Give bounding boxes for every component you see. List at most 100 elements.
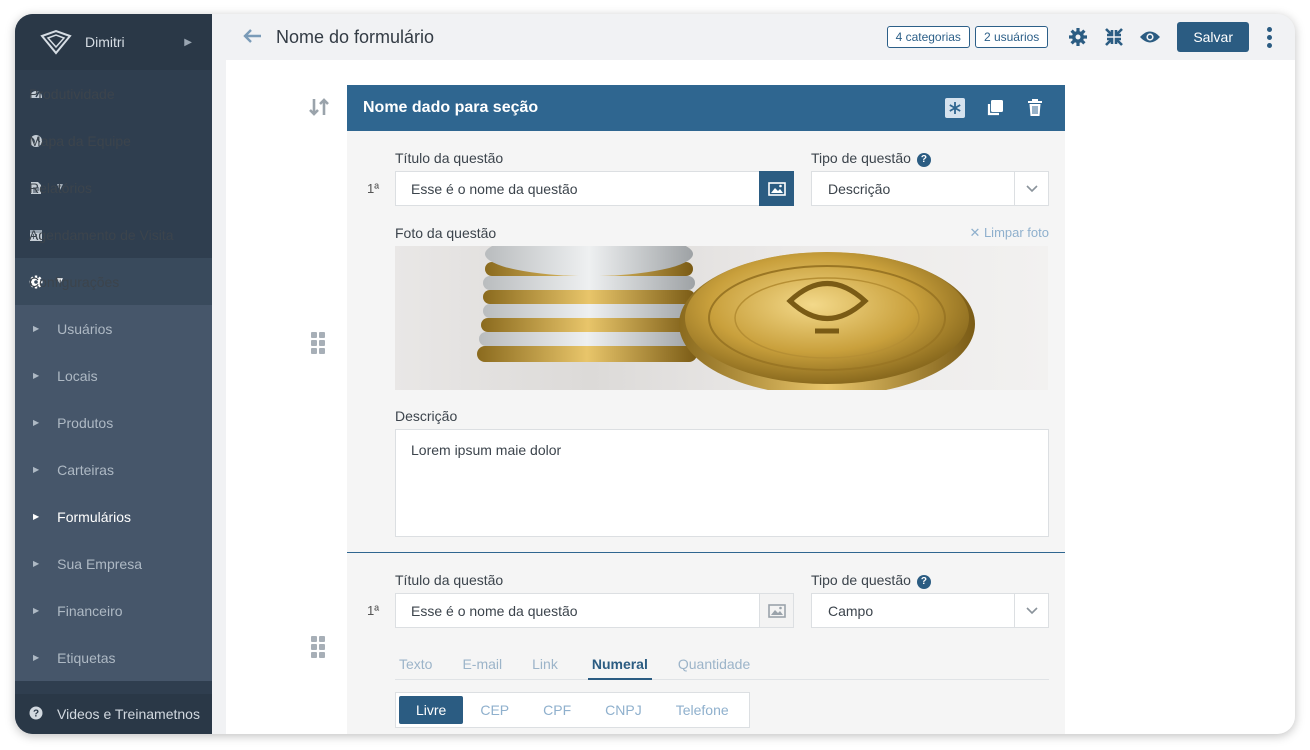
segment-telefone[interactable]: Telefone <box>659 696 746 724</box>
sidebar-item-produtividade[interactable]: Produtividade <box>15 70 212 117</box>
drag-handle-icon[interactable] <box>311 636 325 658</box>
sidebar-subitem-label: Usuários <box>57 320 113 337</box>
save-button[interactable]: Salvar <box>1177 22 1249 52</box>
section-title[interactable]: Nome dado para seção <box>363 99 945 117</box>
caret-right-icon: ▶ <box>33 653 40 662</box>
sidebar-subitem-produtos[interactable]: ▶ Produtos <box>15 399 212 446</box>
sidebar-subitem-formularios[interactable]: ▶ Formulários <box>15 493 212 540</box>
tab-email[interactable]: E-mail <box>458 656 506 680</box>
question-number: 1ª <box>367 181 380 196</box>
trash-icon[interactable] <box>1025 98 1045 118</box>
tab-quantidade[interactable]: Quantidade <box>674 656 754 680</box>
main-content: Nome dado para seção Título da questão T… <box>226 60 1295 734</box>
more-options-icon[interactable] <box>1267 26 1273 48</box>
compress-icon[interactable] <box>1103 26 1125 48</box>
question-number: 1ª <box>367 603 380 618</box>
caret-right-icon: ▶ <box>33 559 40 568</box>
page-title: Nome do formulário <box>276 26 435 47</box>
sidebar-item-agendamento[interactable]: Agendamento de Visita <box>15 211 212 258</box>
section-header: Nome dado para seção <box>347 85 1065 131</box>
sidebar-item-mapa[interactable]: Mapa da Equipe <box>15 117 212 164</box>
sidebar-subitem-label: Formulários <box>57 508 132 525</box>
gear-icon[interactable] <box>1067 26 1089 48</box>
sidebar-item-label: Videos e Treinametnos <box>57 706 200 722</box>
help-icon[interactable]: ? <box>916 152 931 167</box>
sidebar-subitem-label: Etiquetas <box>57 649 116 666</box>
chevron-right-icon: ▶ <box>184 36 192 48</box>
sidebar-subitem-label: Sua Empresa <box>57 555 142 572</box>
chevron-down-icon <box>1014 172 1048 205</box>
sidebar-item-videos[interactable]: ? Videos e Treinametnos <box>15 694 212 734</box>
sidebar-item-relatorios[interactable]: Relatórios ▼ <box>15 164 212 211</box>
sidebar-subitem-financeiro[interactable]: ▶ Financeiro <box>15 587 212 634</box>
sidebar-subitem-label: Carteiras <box>57 461 114 478</box>
numeral-format-segmented: Livre CEP CPF CNPJ Telefone <box>395 692 750 728</box>
sidebar-item-label: Mapa da Equipe <box>29 132 131 149</box>
question-type-value: Campo <box>828 602 874 619</box>
caret-right-icon: ▶ <box>33 512 40 521</box>
description-textarea[interactable]: Lorem ipsum maie dolor <box>395 429 1049 537</box>
drag-handle-icon[interactable] <box>311 332 325 354</box>
categories-badge[interactable]: 4 categorias <box>886 26 970 48</box>
caret-right-icon: ▶ <box>33 465 40 474</box>
question-title-label: Título da questão <box>395 572 504 588</box>
sidebar-item-label: Agendamento de Visita <box>29 226 174 243</box>
question-title-input[interactable]: Esse é o nome da questão <box>395 171 760 206</box>
top-bar: Nome do formulário 4 categorias 2 usuári… <box>226 14 1295 60</box>
app-window: Dimitri ▶ Produtividade Mapa da Equipe R… <box>15 14 1295 734</box>
question-type-label-text: Tipo de questão <box>811 572 911 588</box>
field-type-tabs: Texto E-mail Link Numeral Quantidade <box>395 656 1049 680</box>
question-type-select[interactable]: Descrição <box>811 171 1049 206</box>
sidebar-item-label: Produtividade <box>29 85 115 102</box>
eye-icon[interactable] <box>1139 26 1161 48</box>
tab-texto[interactable]: Texto <box>395 656 436 680</box>
question-type-select[interactable]: Campo <box>811 593 1049 628</box>
clear-photo-link[interactable]: ✕ Limpar foto <box>969 225 1049 241</box>
help-icon[interactable]: ? <box>916 574 931 589</box>
question-type-label-text: Tipo de questão <box>811 150 911 166</box>
help-circle-icon: ? <box>29 706 43 723</box>
sidebar-item-label: Configurações <box>29 273 120 290</box>
sidebar-subitem-locais[interactable]: ▶ Locais <box>15 352 212 399</box>
sidebar-subitem-usuarios[interactable]: ▶ Usuários <box>15 305 212 352</box>
sidebar-subitem-label: Locais <box>57 367 98 384</box>
segment-cep[interactable]: CEP <box>463 696 526 724</box>
tab-numeral[interactable]: Numeral <box>587 656 652 680</box>
sidebar-submenu: ▶ Usuários ▶ Locais ▶ Produtos ▶ Carteiras ▶… <box>15 305 212 681</box>
sidebar-subitem-sua-empresa[interactable]: ▶ Sua Empresa <box>15 540 212 587</box>
image-icon[interactable] <box>759 593 794 628</box>
user-menu[interactable]: Dimitri ▶ <box>15 14 212 70</box>
sort-icon[interactable] <box>308 98 330 121</box>
caret-right-icon: ▶ <box>33 324 40 333</box>
sidebar-subitem-label: Produtos <box>57 414 114 431</box>
question-divider <box>347 552 1065 553</box>
question-type-value: Descrição <box>828 180 891 197</box>
description-label: Descrição <box>395 408 458 424</box>
question-type-label: Tipo de questão? <box>811 150 931 167</box>
users-badge[interactable]: 2 usuários <box>974 26 1049 48</box>
caret-right-icon: ▶ <box>33 371 40 380</box>
form-section: Nome dado para seção Título da questão T… <box>347 85 1065 734</box>
question-type-label: Tipo de questão? <box>811 572 931 589</box>
segment-livre[interactable]: Livre <box>399 696 464 724</box>
asterisk-icon[interactable] <box>945 98 965 118</box>
sidebar: Dimitri ▶ Produtividade Mapa da Equipe R… <box>15 14 212 734</box>
caret-right-icon: ▶ <box>33 606 40 615</box>
chevron-down-icon <box>1014 594 1048 627</box>
back-arrow-icon[interactable] <box>242 24 262 50</box>
clear-photo-label: Limpar foto <box>983 225 1049 240</box>
duplicate-icon[interactable] <box>985 98 1005 118</box>
image-icon[interactable] <box>759 171 794 206</box>
svg-text:?: ? <box>33 708 39 719</box>
sidebar-subitem-carteiras[interactable]: ▶ Carteiras <box>15 446 212 493</box>
question-photo <box>395 246 1048 390</box>
sidebar-item-configuracoes[interactable]: Configurações ▼ <box>15 258 212 305</box>
tab-link[interactable]: Link <box>528 656 562 680</box>
caret-right-icon: ▶ <box>33 418 40 427</box>
segment-cnpj[interactable]: CNPJ <box>588 696 659 724</box>
question-title-label: Título da questão <box>395 150 504 166</box>
sidebar-subitem-label: Financeiro <box>57 602 123 619</box>
question-title-input[interactable]: Esse é o nome da questão <box>395 593 760 628</box>
segment-cpf[interactable]: CPF <box>526 696 588 724</box>
sidebar-subitem-etiquetas[interactable]: ▶ Etiquetas <box>15 634 212 681</box>
